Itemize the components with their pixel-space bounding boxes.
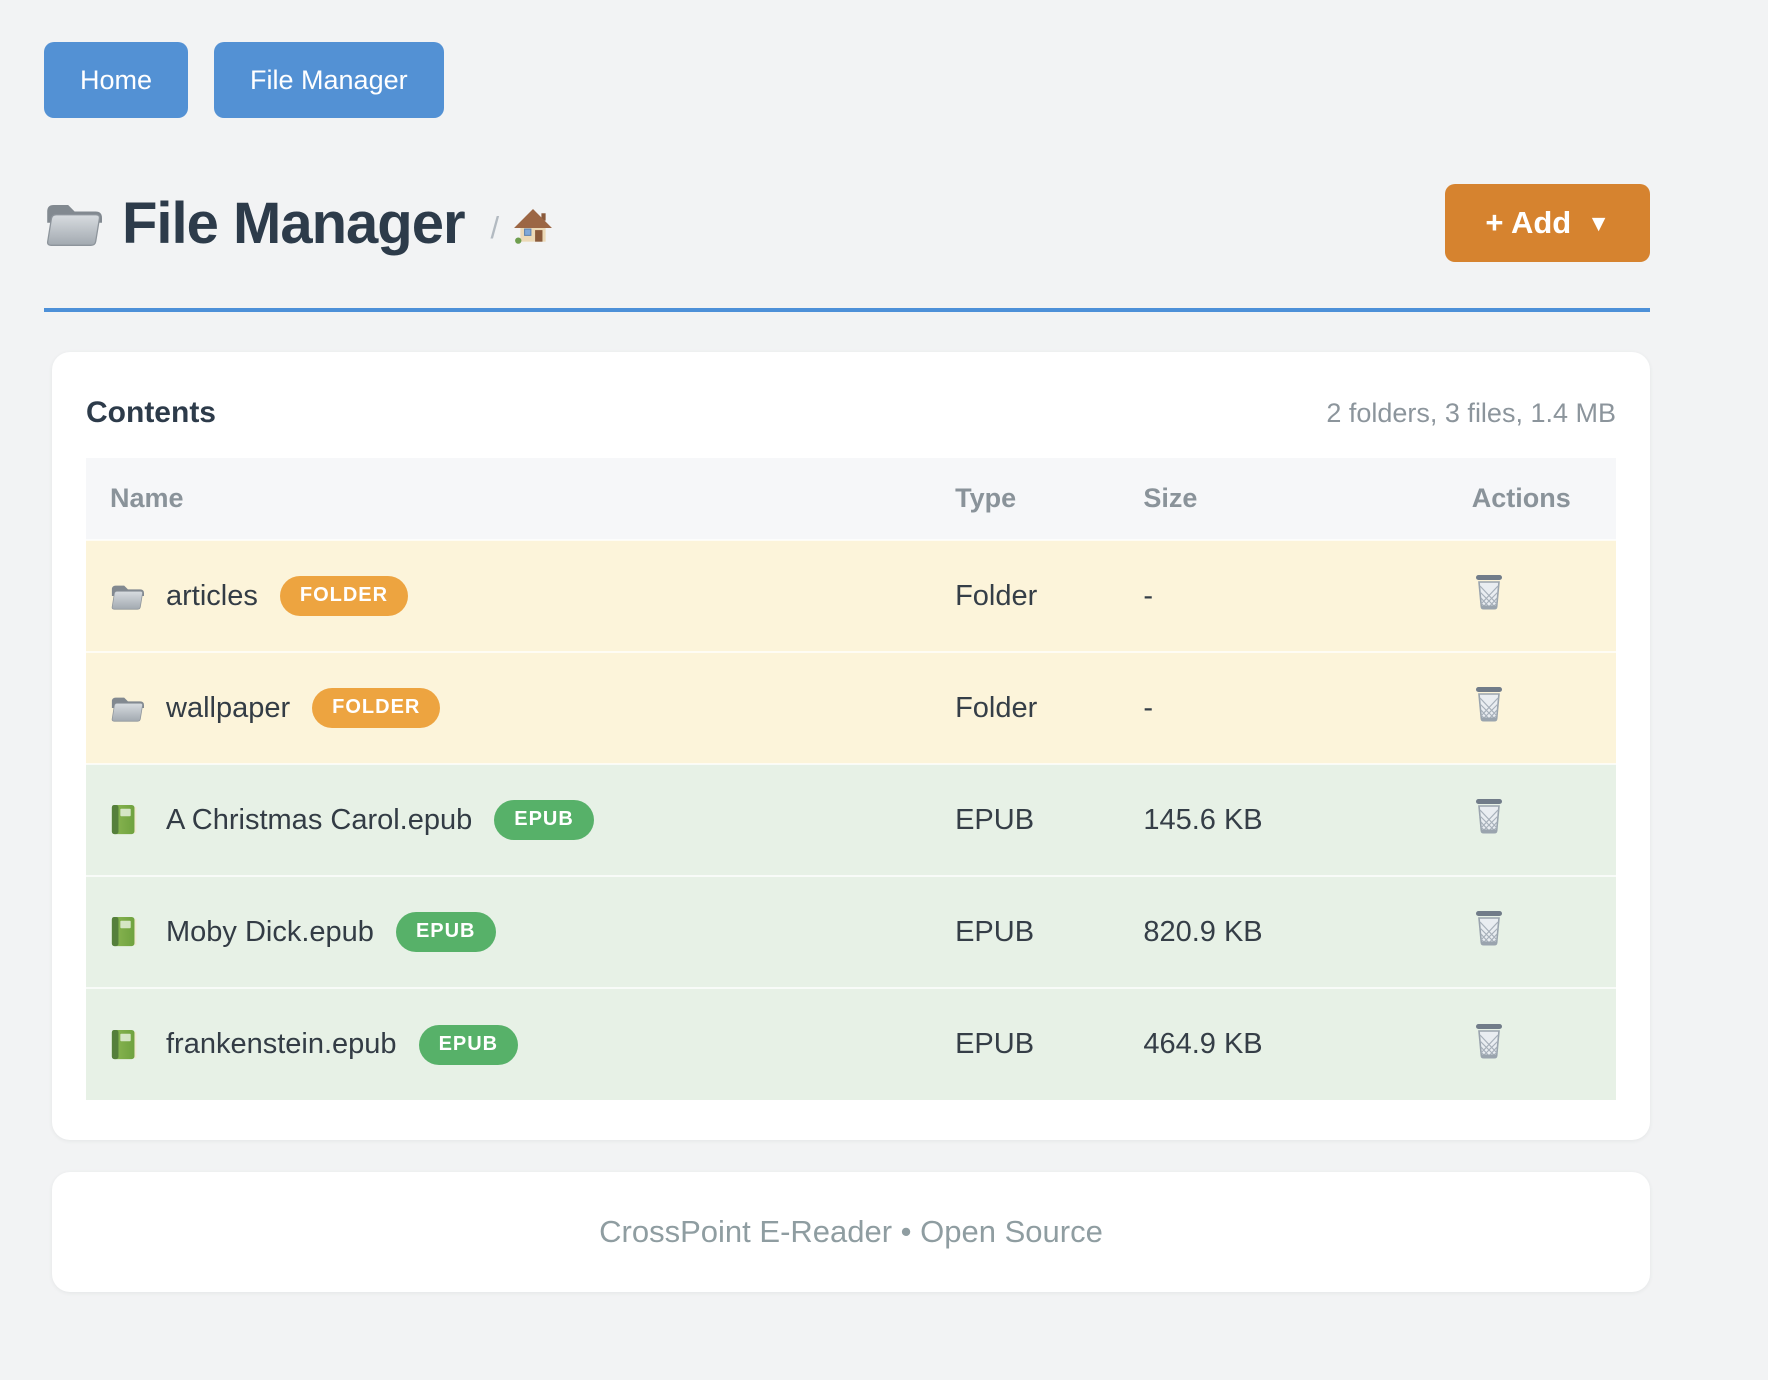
type-badge: EPUB (396, 912, 496, 952)
delete-button[interactable] (1472, 909, 1506, 947)
file-type: EPUB (931, 764, 1119, 876)
delete-button[interactable] (1472, 1022, 1506, 1060)
type-badge: EPUB (419, 1025, 519, 1065)
footer-card: CrossPoint E-Reader • Open Source (52, 1172, 1650, 1292)
trash-icon (1472, 685, 1506, 723)
file-type: EPUB (931, 876, 1119, 988)
file-name[interactable]: frankenstein.epub (166, 1028, 397, 1061)
title-folder-icon (44, 197, 102, 249)
add-button-label: + Add (1485, 205, 1571, 241)
file-size: 145.6 KB (1119, 764, 1447, 876)
file-size: 464.9 KB (1119, 988, 1447, 1100)
book-icon (110, 1029, 144, 1061)
trash-icon (1472, 573, 1506, 611)
chevron-down-icon: ▼ (1587, 210, 1610, 237)
folder-icon (110, 580, 144, 612)
file-size: - (1119, 540, 1447, 652)
table-row[interactable]: A Christmas Carol.epub EPUB EPUB 145.6 K… (86, 764, 1616, 876)
home-button[interactable]: Home (44, 42, 188, 118)
delete-button[interactable] (1472, 685, 1506, 723)
trash-icon (1472, 1022, 1506, 1060)
page-title: File Manager (122, 190, 465, 257)
top-nav: Home File Manager (44, 0, 1650, 118)
file-size: 820.9 KB (1119, 876, 1447, 988)
type-badge: EPUB (494, 800, 594, 840)
table-header-row: Name Type Size Actions (86, 458, 1616, 540)
contents-card: Contents 2 folders, 3 files, 1.4 MB Name… (52, 352, 1650, 1140)
column-header-name: Name (86, 458, 931, 540)
type-badge: FOLDER (312, 688, 440, 728)
page: Home File Manager File Manager / + Add ▼ (44, 0, 1650, 1292)
footer-text: CrossPoint E-Reader • Open Source (599, 1214, 1103, 1250)
breadcrumb-separator: / (491, 210, 500, 246)
page-header: File Manager / + Add ▼ (44, 184, 1650, 312)
column-header-size: Size (1119, 458, 1447, 540)
file-name[interactable]: wallpaper (166, 692, 290, 725)
type-badge: FOLDER (280, 576, 408, 616)
delete-button[interactable] (1472, 573, 1506, 611)
table-body: articles FOLDER Folder - (86, 540, 1616, 1100)
folder-icon (110, 580, 144, 612)
table-row[interactable]: Moby Dick.epub EPUB EPUB 820.9 KB (86, 876, 1616, 988)
file-name[interactable]: Moby Dick.epub (166, 916, 374, 949)
table-row[interactable]: articles FOLDER Folder - (86, 540, 1616, 652)
contents-card-header: Contents 2 folders, 3 files, 1.4 MB (86, 396, 1616, 430)
delete-button[interactable] (1472, 797, 1506, 835)
book-icon (110, 804, 144, 836)
folder-icon (110, 692, 144, 724)
book-icon (110, 916, 138, 948)
contents-title: Contents (86, 396, 216, 430)
trash-icon (1472, 797, 1506, 835)
book-icon (110, 916, 144, 948)
file-name[interactable]: articles (166, 580, 258, 613)
table-row[interactable]: frankenstein.epub EPUB EPUB 464.9 KB (86, 988, 1616, 1100)
book-icon (110, 1029, 138, 1061)
folder-icon (110, 692, 144, 724)
add-button[interactable]: + Add ▼ (1445, 184, 1650, 262)
column-header-type: Type (931, 458, 1119, 540)
breadcrumb-home-icon[interactable] (513, 208, 553, 246)
file-type: Folder (931, 652, 1119, 764)
trash-icon (1472, 909, 1506, 947)
file-size: - (1119, 652, 1447, 764)
file-type: Folder (931, 540, 1119, 652)
home-icon (513, 208, 553, 246)
contents-table: Name Type Size Actions articles FOLDER (86, 458, 1616, 1100)
file-type: EPUB (931, 988, 1119, 1100)
contents-summary: 2 folders, 3 files, 1.4 MB (1326, 398, 1616, 429)
file-manager-button[interactable]: File Manager (214, 42, 444, 118)
file-name[interactable]: A Christmas Carol.epub (166, 804, 472, 837)
table-row[interactable]: wallpaper FOLDER Folder - (86, 652, 1616, 764)
folder-icon (44, 197, 102, 249)
column-header-actions: Actions (1448, 458, 1616, 540)
book-icon (110, 804, 138, 836)
